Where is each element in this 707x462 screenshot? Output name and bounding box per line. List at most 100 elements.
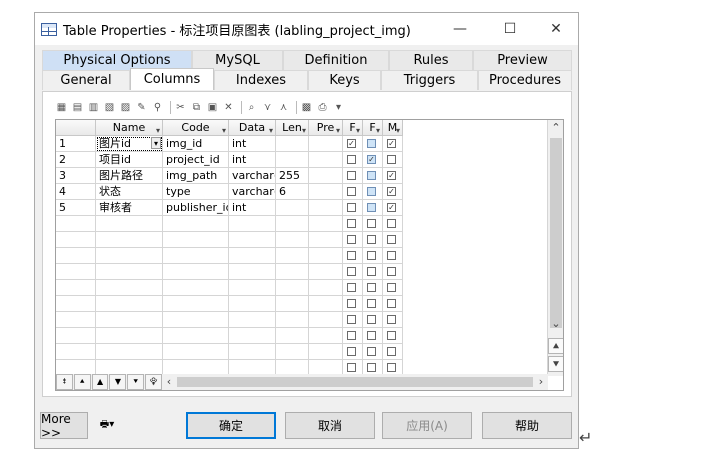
foreign-key-checkbox[interactable] <box>367 251 376 260</box>
help-button[interactable]: 帮助 <box>482 412 572 439</box>
length-cell[interactable] <box>276 248 309 264</box>
move-down-icon[interactable]: ▼ <box>109 374 127 390</box>
paste-icon[interactable]: ▣ <box>206 101 219 114</box>
tab-physical-options[interactable]: Physical Options <box>42 50 192 70</box>
properties-icon[interactable]: ▦ <box>55 101 68 114</box>
primary-key-checkbox[interactable] <box>347 155 356 164</box>
mandatory-checkbox[interactable] <box>387 267 396 276</box>
foreign-key-checkbox[interactable] <box>367 347 376 356</box>
data-type-cell[interactable] <box>229 312 276 328</box>
printer-dropdown-icon[interactable]: 🖶▾ <box>93 415 121 436</box>
tab-preview[interactable]: Preview <box>473 50 572 70</box>
precision-cell[interactable] <box>309 328 343 344</box>
length-cell[interactable] <box>276 216 309 232</box>
code-cell[interactable] <box>163 280 229 296</box>
tab-definition[interactable]: Definition <box>283 50 389 70</box>
precision-cell[interactable] <box>309 168 343 184</box>
foreign-key-checkbox[interactable] <box>367 283 376 292</box>
precision-cell[interactable] <box>309 312 343 328</box>
length-cell[interactable] <box>276 344 309 360</box>
show-filter-icon[interactable]: ⋎ <box>261 101 274 114</box>
tab-triggers[interactable]: Triggers <box>381 70 478 90</box>
mandatory-checkbox[interactable] <box>387 299 396 308</box>
name-cell[interactable] <box>96 264 163 280</box>
name-cell[interactable] <box>96 280 163 296</box>
header-f[interactable]: F ▾ <box>363 120 383 136</box>
scroll-up-icon[interactable]: ⌃ <box>548 120 563 136</box>
length-cell[interactable]: 255 <box>276 168 309 184</box>
foreign-key-checkbox[interactable] <box>367 299 376 308</box>
add-row-icon[interactable]: ▤ <box>71 101 84 114</box>
move-page-down-icon[interactable]: ⯆ <box>127 374 145 390</box>
data-type-cell[interactable] <box>229 296 276 312</box>
length-cell[interactable] <box>276 136 309 152</box>
precision-cell[interactable] <box>309 200 343 216</box>
data-type-cell[interactable]: varchar( <box>229 168 276 184</box>
copy-icon[interactable]: ⧉ <box>190 101 203 114</box>
code-cell[interactable]: img_id <box>163 136 229 152</box>
primary-key-checkbox[interactable] <box>347 363 356 372</box>
data-type-cell[interactable] <box>229 280 276 296</box>
find-icon[interactable]: ⌕ <box>245 101 258 114</box>
mandatory-checkbox[interactable] <box>387 347 396 356</box>
vertical-scrollbar[interactable]: ⌃ ⌄ ⯅ ⯆ <box>547 120 563 376</box>
precision-cell[interactable] <box>309 216 343 232</box>
minimize-button[interactable]: — <box>437 13 483 45</box>
data-type-cell[interactable] <box>229 328 276 344</box>
primary-key-checkbox[interactable] <box>347 267 356 276</box>
tab-procedures[interactable]: Procedures <box>478 70 572 90</box>
header-data[interactable]: Data ▾ <box>229 120 276 136</box>
cancel-button[interactable]: 取消 <box>285 412 375 439</box>
length-cell[interactable] <box>276 264 309 280</box>
foreign-key-checkbox[interactable] <box>367 139 376 148</box>
foreign-key-checkbox[interactable] <box>367 187 376 196</box>
primary-key-checkbox[interactable] <box>347 283 356 292</box>
length-cell[interactable] <box>276 296 309 312</box>
scroll-top-icon[interactable]: ⯅ <box>548 338 563 354</box>
ok-button[interactable]: 确定 <box>186 412 276 439</box>
name-cell[interactable]: 图片路径 <box>96 168 163 184</box>
mandatory-checkbox[interactable] <box>387 363 396 372</box>
length-cell[interactable] <box>276 152 309 168</box>
scroll-left-icon[interactable]: ‹ <box>161 374 177 390</box>
mandatory-checkbox[interactable] <box>387 235 396 244</box>
name-cell[interactable]: 状态 <box>96 184 163 200</box>
precision-cell[interactable] <box>309 248 343 264</box>
precision-cell[interactable] <box>309 232 343 248</box>
sort-caret-icon[interactable]: ▾ <box>376 123 380 135</box>
mandatory-checkbox[interactable] <box>387 331 396 340</box>
tab-mysql[interactable]: MySQL <box>192 50 283 70</box>
scroll-right-icon[interactable]: › <box>533 374 549 390</box>
header-pre[interactable]: Pre ▾ <box>309 120 343 136</box>
data-type-cell[interactable] <box>229 232 276 248</box>
name-cell[interactable] <box>96 232 163 248</box>
primary-key-checkbox[interactable] <box>347 251 356 260</box>
tab-rules[interactable]: Rules <box>389 50 473 70</box>
data-type-cell[interactable]: int <box>229 152 276 168</box>
length-cell[interactable]: 6 <box>276 184 309 200</box>
mandatory-checkbox[interactable] <box>387 283 396 292</box>
mandatory-checkbox[interactable] <box>387 219 396 228</box>
sort-caret-icon[interactable]: ▾ <box>356 123 360 135</box>
foreign-key-checkbox[interactable] <box>367 331 376 340</box>
mandatory-checkbox[interactable]: ✓ <box>387 203 396 212</box>
precision-cell[interactable] <box>309 152 343 168</box>
code-cell[interactable]: type <box>163 184 229 200</box>
name-cell[interactable] <box>96 328 163 344</box>
header-code[interactable]: Code ▾ <box>163 120 229 136</box>
header-m[interactable]: M ▾ <box>383 120 403 136</box>
scroll-bottom-icon[interactable]: ⯆ <box>548 356 563 372</box>
precision-cell[interactable] <box>309 136 343 152</box>
move-top-icon[interactable]: ⯒ <box>56 374 73 390</box>
scroll-thumb[interactable] <box>550 138 562 328</box>
cut-icon[interactable]: ✂ <box>174 101 187 114</box>
name-cell[interactable] <box>96 216 163 232</box>
mandatory-checkbox[interactable] <box>387 315 396 324</box>
length-cell[interactable] <box>276 280 309 296</box>
customize-icon[interactable]: ✎ <box>135 101 148 114</box>
maximize-button[interactable]: ☐ <box>487 13 533 45</box>
move-page-up-icon[interactable]: ⯅ <box>73 374 91 390</box>
primary-key-checkbox[interactable] <box>347 203 356 212</box>
code-cell[interactable]: project_id <box>163 152 229 168</box>
code-cell[interactable] <box>163 312 229 328</box>
